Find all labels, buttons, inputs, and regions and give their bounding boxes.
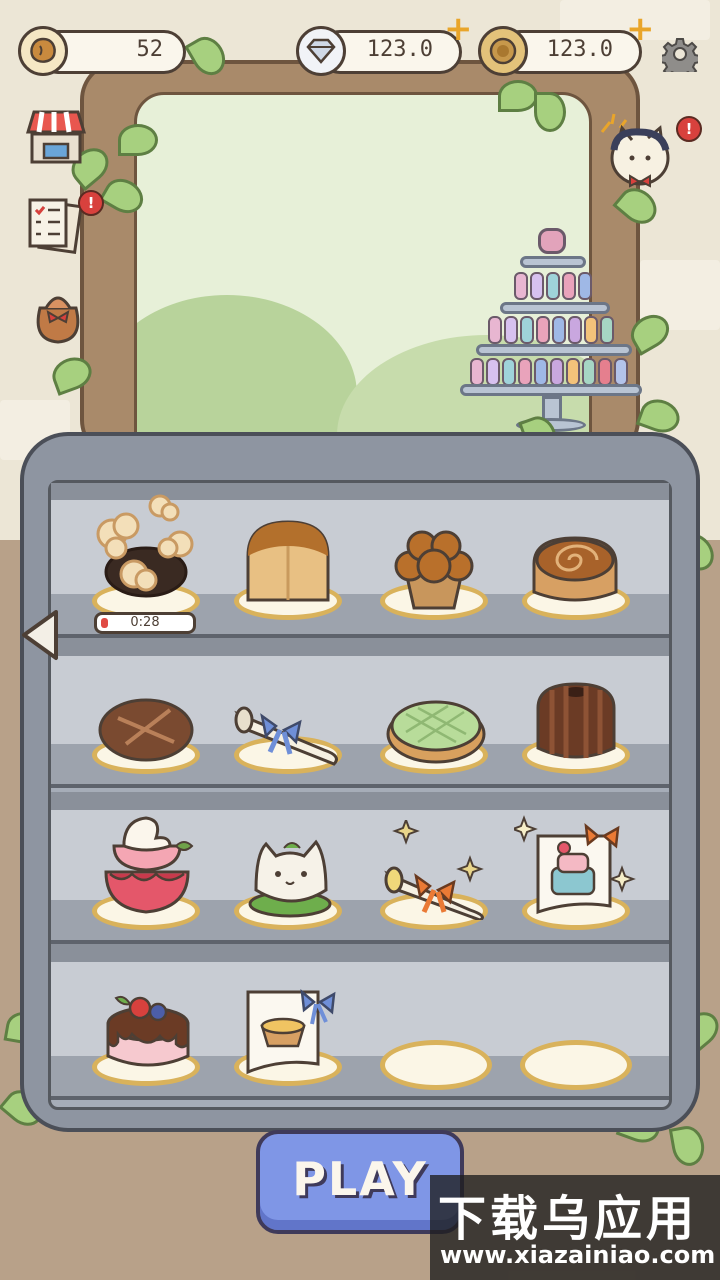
timer-text: 0:28 bbox=[130, 615, 160, 630]
coin-icon bbox=[478, 26, 528, 76]
cookie-icon bbox=[18, 26, 68, 76]
macaron bbox=[514, 272, 528, 300]
cat-chef-icon[interactable] bbox=[596, 110, 676, 192]
macaron bbox=[568, 316, 582, 344]
chocolate-bread[interactable] bbox=[96, 692, 196, 762]
macaron bbox=[546, 272, 560, 300]
macaron bbox=[520, 316, 534, 344]
settings-gear-icon[interactable] bbox=[659, 36, 701, 80]
diamond-count: 123.0 bbox=[366, 37, 433, 62]
shelf-shadow bbox=[51, 638, 669, 656]
empty-plate[interactable] bbox=[380, 1040, 492, 1090]
bush bbox=[137, 295, 357, 439]
shelf-shadow bbox=[51, 792, 669, 810]
watermark-title: 下载乌应用 bbox=[438, 1191, 699, 1247]
timer-progress-bar bbox=[101, 618, 108, 628]
profile-alert-badge: ! bbox=[676, 116, 702, 142]
watermark: 下载乌应用 www.xiazainiao.com bbox=[430, 1175, 720, 1280]
strawberry-pudding[interactable] bbox=[96, 812, 200, 918]
chocolate-bundt[interactable] bbox=[526, 678, 626, 768]
macaron bbox=[598, 358, 612, 386]
macaron bbox=[488, 316, 502, 344]
previous-page-arrow-icon[interactable] bbox=[18, 608, 62, 662]
cake-recipe-card[interactable] bbox=[514, 812, 636, 918]
macaron bbox=[470, 358, 484, 386]
bread-loaf[interactable] bbox=[240, 516, 336, 606]
empty-plate[interactable] bbox=[520, 1040, 632, 1090]
shop-stall-icon[interactable] bbox=[24, 106, 88, 170]
gift-bag-icon[interactable] bbox=[26, 284, 90, 348]
vine-leaf bbox=[118, 124, 158, 156]
macaron bbox=[600, 316, 614, 344]
macaron bbox=[534, 358, 548, 386]
muffin[interactable] bbox=[388, 522, 480, 612]
macaron bbox=[504, 316, 518, 344]
baking-item[interactable] bbox=[90, 488, 202, 602]
macaron bbox=[518, 358, 532, 386]
watermark-url: www.xiazainiao.com bbox=[440, 1241, 716, 1269]
recipe-scroll-orange[interactable] bbox=[384, 820, 492, 920]
add-coins-button[interactable]: + bbox=[626, 12, 655, 46]
macaron bbox=[566, 358, 580, 386]
add-diamonds-button[interactable]: + bbox=[444, 12, 473, 46]
recipes-alert-badge: ! bbox=[78, 190, 104, 216]
macaron bbox=[530, 272, 544, 300]
diamond-icon bbox=[296, 26, 346, 76]
vine-leaf bbox=[498, 80, 538, 112]
melon-pan[interactable] bbox=[384, 694, 488, 764]
macaron bbox=[582, 358, 596, 386]
macaron bbox=[562, 272, 576, 300]
macaron bbox=[552, 316, 566, 344]
berry-chocolate-cake[interactable] bbox=[100, 984, 196, 1074]
macaron bbox=[578, 272, 592, 300]
macaron bbox=[486, 358, 500, 386]
shelf-shadow bbox=[51, 944, 669, 962]
vine-leaf bbox=[534, 92, 566, 132]
coin-count: 123.0 bbox=[546, 37, 613, 62]
baking-timer: 0:28 bbox=[94, 612, 196, 634]
tart-recipe-card[interactable] bbox=[242, 984, 342, 1076]
macaron bbox=[502, 358, 516, 386]
macaron bbox=[550, 358, 564, 386]
macaron-tower bbox=[456, 228, 646, 438]
cinnamon-roll[interactable] bbox=[528, 534, 622, 608]
macaron bbox=[536, 316, 550, 344]
recipe-scroll-blue[interactable] bbox=[232, 700, 344, 770]
macaron bbox=[584, 316, 598, 344]
macaron bbox=[614, 358, 628, 386]
cookie-count: 52 bbox=[136, 37, 164, 62]
cat-mochi[interactable] bbox=[248, 830, 338, 920]
